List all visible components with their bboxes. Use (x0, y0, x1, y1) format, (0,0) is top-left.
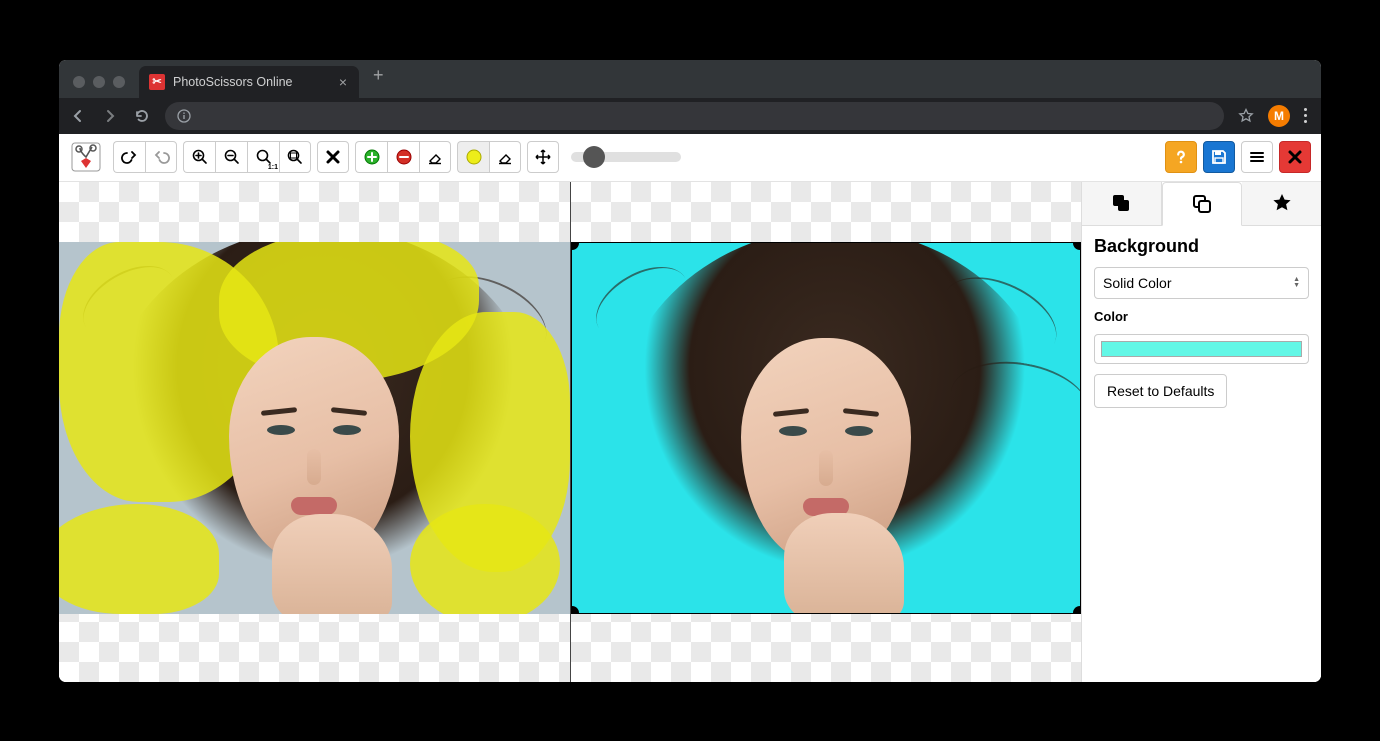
source-pane[interactable] (59, 182, 571, 682)
nav-reload-icon[interactable] (133, 108, 151, 124)
bookmark-star-icon[interactable] (1238, 108, 1254, 124)
color-swatch (1101, 341, 1302, 357)
tab-close-icon[interactable]: × (339, 74, 347, 90)
app-root: 1:1 (59, 134, 1321, 682)
workspace: Background Solid Color ▲▼ Color Reset to… (59, 182, 1321, 682)
zoom-fit-button[interactable] (279, 141, 311, 173)
nav-forward-icon[interactable] (101, 108, 119, 124)
menu-button[interactable] (1241, 141, 1273, 173)
window-controls[interactable] (67, 76, 135, 98)
traffic-max-icon[interactable] (113, 76, 125, 88)
zoom-in-button[interactable] (183, 141, 215, 173)
zoom-actual-label: 1:1 (268, 164, 278, 171)
color-picker[interactable] (1094, 334, 1309, 364)
traffic-close-icon[interactable] (73, 76, 85, 88)
result-pane[interactable] (571, 182, 1082, 682)
browser-window: ✂ PhotoScissors Online × + M (59, 60, 1321, 682)
tab-title: PhotoScissors Online (173, 75, 331, 89)
clear-marks-button[interactable] (317, 141, 349, 173)
app-toolbar: 1:1 (59, 134, 1321, 182)
sidebar-tabs (1082, 182, 1321, 226)
eraser-button[interactable] (419, 141, 451, 173)
foreground-marker-button[interactable] (355, 141, 387, 173)
panel-heading: Background (1094, 236, 1309, 257)
select-value: Solid Color (1103, 275, 1171, 291)
select-chevron-icon: ▲▼ (1293, 277, 1300, 289)
pan-button[interactable] (527, 141, 559, 173)
background-mode-select[interactable]: Solid Color ▲▼ (1094, 267, 1309, 299)
browser-menu-icon[interactable] (1304, 108, 1307, 123)
site-info-icon[interactable] (177, 109, 191, 123)
favicon-icon: ✂ (149, 74, 165, 90)
hair-eraser-button[interactable] (489, 141, 521, 173)
slider-thumb[interactable] (583, 146, 605, 168)
result-image (571, 242, 1082, 614)
brush-size-slider[interactable] (571, 152, 681, 162)
redo-button[interactable] (145, 141, 177, 173)
save-button[interactable] (1203, 141, 1235, 173)
reset-defaults-button[interactable]: Reset to Defaults (1094, 374, 1227, 408)
browser-addressbar: M (59, 98, 1321, 134)
background-marker-button[interactable] (387, 141, 419, 173)
tab-background[interactable] (1162, 182, 1243, 226)
source-image (59, 242, 570, 614)
traffic-min-icon[interactable] (93, 76, 105, 88)
nav-back-icon[interactable] (69, 108, 87, 124)
browser-tabbar: ✂ PhotoScissors Online × + (59, 60, 1321, 98)
address-input[interactable] (165, 102, 1224, 130)
tab-foreground[interactable] (1082, 182, 1162, 225)
sidebar: Background Solid Color ▲▼ Color Reset to… (1081, 182, 1321, 682)
close-button[interactable] (1279, 141, 1311, 173)
zoom-out-button[interactable] (215, 141, 247, 173)
zoom-actual-button[interactable]: 1:1 (247, 141, 279, 173)
app-logo-icon (69, 140, 103, 174)
tab-favorites[interactable] (1242, 182, 1321, 225)
color-label: Color (1094, 309, 1309, 324)
hair-marker-button[interactable] (457, 141, 489, 173)
canvas-split (59, 182, 1081, 682)
undo-button[interactable] (113, 141, 145, 173)
profile-avatar[interactable]: M (1268, 105, 1290, 127)
sidebar-panel: Background Solid Color ▲▼ Color Reset to… (1082, 226, 1321, 418)
help-button[interactable] (1165, 141, 1197, 173)
new-tab-button[interactable]: + (359, 65, 398, 92)
browser-tab[interactable]: ✂ PhotoScissors Online × (139, 66, 359, 98)
